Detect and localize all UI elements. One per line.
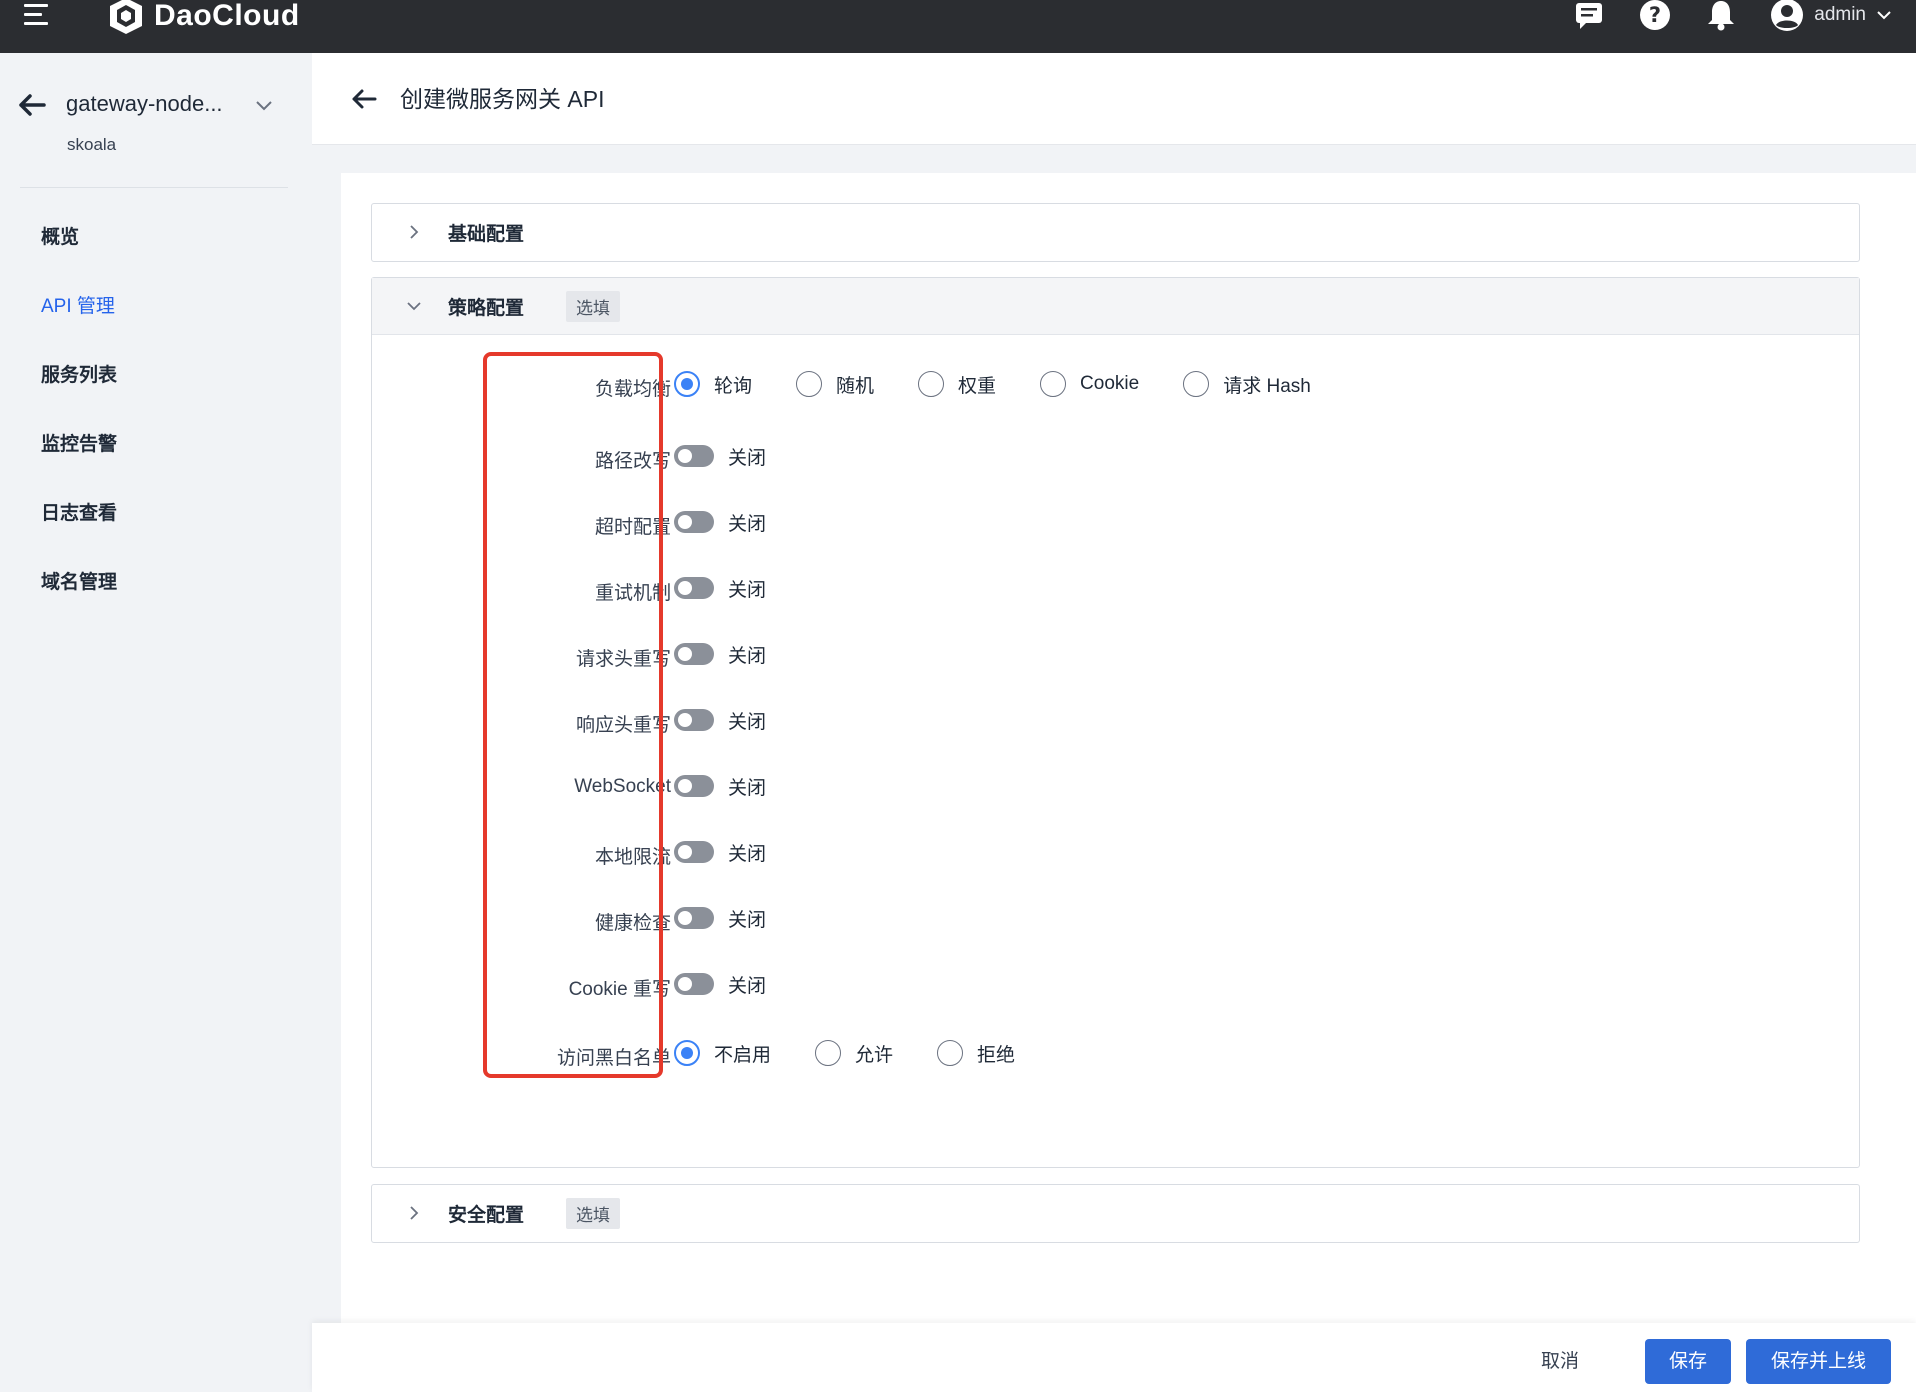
health-check-switch[interactable]: 关闭 <box>674 905 766 932</box>
form-row-cookie-rewrite: Cookie 重写 关闭 <box>372 964 1861 1004</box>
cookie-rewrite-switch[interactable]: 关闭 <box>674 971 766 998</box>
radio-random[interactable]: 随机 <box>796 371 874 398</box>
form-row-access-list: 访问黑白名单 不启用 允许 拒绝 <box>372 1033 1861 1073</box>
section-basic-config: 基础配置 <box>371 203 1860 262</box>
gateway-name[interactable]: gateway-node... <box>66 91 223 117</box>
path-rewrite-switch[interactable]: 关闭 <box>674 443 766 470</box>
field-label: 重试机制 <box>594 583 671 604</box>
form-row-websocket: WebSocket 关闭 <box>372 766 1861 806</box>
radio-cookie[interactable]: Cookie <box>1040 371 1139 397</box>
radio-weight[interactable]: 权重 <box>918 371 996 398</box>
username: admin <box>1814 4 1866 25</box>
radio-allow[interactable]: 允许 <box>815 1040 893 1067</box>
form-row-health-check: 健康检查 关闭 <box>372 898 1861 938</box>
bell-icon[interactable] <box>1704 0 1738 32</box>
optional-tag: 选填 <box>566 291 620 322</box>
field-label: 负载均衡 <box>594 379 671 400</box>
form-row-response-header-rewrite: 响应头重写 关闭 <box>372 700 1861 740</box>
field-label: WebSocket <box>574 776 671 797</box>
field-label: 请求头重写 <box>575 649 671 670</box>
divider <box>20 187 288 188</box>
optional-tag: 选填 <box>566 1198 620 1229</box>
load-balance-radio-group: 轮询 随机 权重 Cookie 请求 Hash <box>674 366 1355 402</box>
sidebar-item-overview[interactable]: 概览 <box>0 203 312 272</box>
save-button[interactable]: 保存 <box>1645 1339 1731 1384</box>
sidebar-item-monitoring-alerts[interactable]: 监控告警 <box>0 410 312 479</box>
radio-deny[interactable]: 拒绝 <box>937 1040 1015 1067</box>
section-title: 安全配置 <box>448 1205 525 1226</box>
timeout-switch[interactable]: 关闭 <box>674 509 766 536</box>
access-list-radio-group: 不启用 允许 拒绝 <box>674 1035 1059 1071</box>
websocket-switch[interactable]: 关闭 <box>674 773 766 800</box>
section-title: 基础配置 <box>448 224 525 245</box>
help-icon[interactable]: ? <box>1638 0 1672 32</box>
chevron-right-icon <box>410 225 419 239</box>
radio-request-hash[interactable]: 请求 Hash <box>1183 371 1311 398</box>
section-security-header[interactable]: 安全配置 选填 <box>372 1185 1859 1242</box>
sidebar-item-domain-management[interactable]: 域名管理 <box>0 548 312 617</box>
sidebar-item-log-view[interactable]: 日志查看 <box>0 479 312 548</box>
back-arrow-icon[interactable] <box>350 85 378 113</box>
save-and-publish-button[interactable]: 保存并上线 <box>1746 1339 1891 1384</box>
hamburger-menu-icon[interactable] <box>24 4 54 30</box>
form-row-load-balance: 负载均衡 轮询 随机 权重 Cookie 请求 Hash <box>372 364 1861 404</box>
field-label: 超时配置 <box>594 517 671 538</box>
field-label: 本地限流 <box>594 847 671 868</box>
gateway-selector: gateway-node... <box>16 89 286 139</box>
local-rate-limit-switch[interactable]: 关闭 <box>674 839 766 866</box>
form-row-retry: 重试机制 关闭 <box>372 568 1861 608</box>
avatar-icon <box>1771 0 1804 31</box>
chevron-down-icon <box>1877 11 1891 20</box>
cancel-button[interactable]: 取消 <box>1530 1339 1590 1384</box>
radio-disabled[interactable]: 不启用 <box>674 1040 771 1067</box>
form-row-timeout: 超时配置 关闭 <box>372 502 1861 542</box>
brand[interactable]: DaoCloud <box>106 0 300 36</box>
form-row-path-rewrite: 路径改写 关闭 <box>372 436 1861 476</box>
field-label: 路径改写 <box>594 451 671 472</box>
back-arrow-icon[interactable] <box>16 89 48 121</box>
chevron-down-icon <box>407 302 421 311</box>
form-row-local-rate-limit: 本地限流 关闭 <box>372 832 1861 872</box>
brand-name: DaoCloud <box>154 0 300 32</box>
sidebar: gateway-node... skoala 概览 API 管理 服务列表 监控… <box>0 53 312 1392</box>
chevron-down-icon[interactable] <box>252 93 276 117</box>
field-label: 响应头重写 <box>575 715 671 736</box>
user-menu[interactable]: admin <box>1770 0 1892 32</box>
gateway-namespace: skoala <box>67 135 117 154</box>
radio-round-robin[interactable]: 轮询 <box>674 371 752 398</box>
field-label: 访问黑白名单 <box>556 1048 671 1069</box>
request-header-rewrite-switch[interactable]: 关闭 <box>674 641 766 668</box>
svg-text:?: ? <box>1649 3 1661 27</box>
section-security-config: 安全配置 选填 <box>371 1184 1860 1243</box>
sidebar-item-api-management[interactable]: API 管理 <box>0 272 312 341</box>
section-basic-header[interactable]: 基础配置 <box>372 204 1859 261</box>
section-title: 策略配置 <box>448 298 525 319</box>
field-label: Cookie 重写 <box>568 979 671 1000</box>
sidebar-nav: 概览 API 管理 服务列表 监控告警 日志查看 域名管理 <box>0 203 312 617</box>
page-header: 创建微服务网关 API <box>312 53 1916 145</box>
response-header-rewrite-switch[interactable]: 关闭 <box>674 707 766 734</box>
form-footer: 取消 保存 保存并上线 <box>312 1323 1916 1392</box>
section-policy-config: 策略配置 选填 负载均衡 轮询 随机 权重 Cookie 请求 Hash 路径改… <box>371 277 1860 1168</box>
form-row-request-header-rewrite: 请求头重写 关闭 <box>372 634 1861 674</box>
retry-switch[interactable]: 关闭 <box>674 575 766 602</box>
section-policy-header[interactable]: 策略配置 选填 <box>372 278 1859 335</box>
chevron-right-icon <box>410 1206 419 1220</box>
message-icon[interactable] <box>1572 0 1606 32</box>
sidebar-item-service-list[interactable]: 服务列表 <box>0 341 312 410</box>
top-navbar: DaoCloud ? admin <box>0 0 1916 53</box>
daocloud-logo-icon <box>110 0 142 34</box>
field-label: 健康检查 <box>594 913 671 934</box>
page-title: 创建微服务网关 API <box>400 86 605 112</box>
form-card: 基础配置 策略配置 选填 负载均衡 轮询 随机 权重 Cookie 请求 Has… <box>341 173 1916 1323</box>
